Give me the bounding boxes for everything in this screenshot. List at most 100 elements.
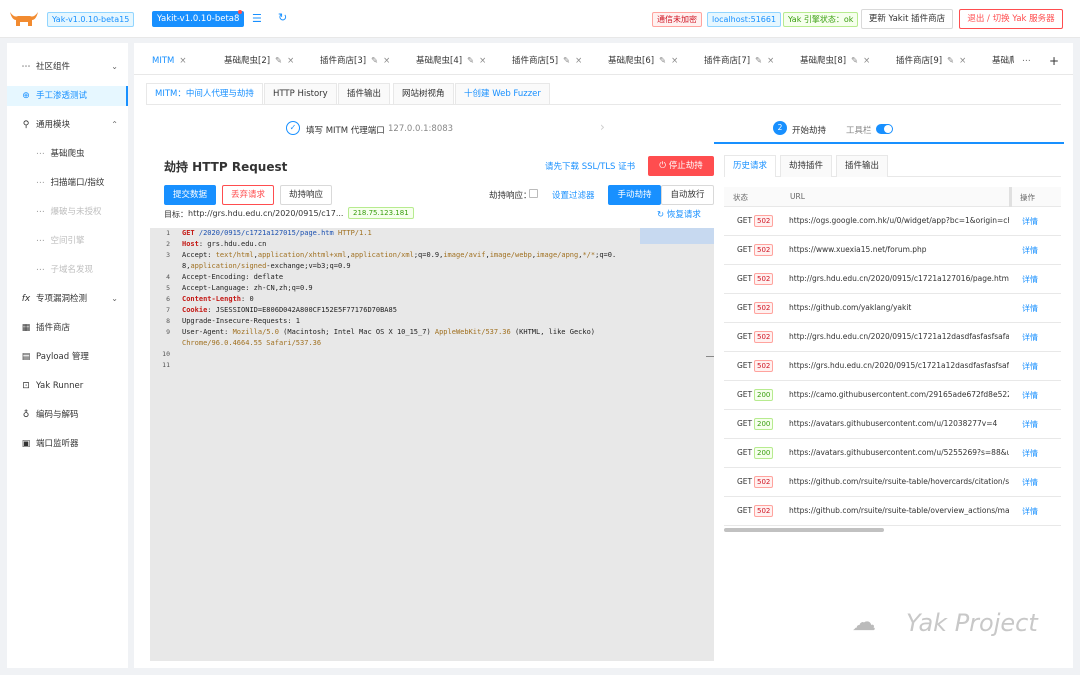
tab-store-5[interactable]: 插件商店[5] ✎ ×: [512, 51, 582, 71]
details-link[interactable]: 详情: [1022, 274, 1038, 285]
menu-icon[interactable]: ☰: [252, 12, 262, 25]
tab-plugin-output[interactable]: 插件输出: [836, 155, 889, 177]
horizontal-scrollbar[interactable]: [724, 528, 884, 532]
toolbar-label: 工具栏: [846, 126, 872, 136]
subtab-create-fuzzer[interactable]: 十创建 Web Fuzzer: [455, 83, 550, 105]
sidebar-item-codec[interactable]: ♁ 编码与解码: [7, 405, 128, 425]
details-link[interactable]: 详情: [1022, 361, 1038, 372]
exit-switch-server-button[interactable]: 退出 / 切换 Yak 服务器: [959, 9, 1063, 29]
manual-hijack-button[interactable]: 手动劫持: [608, 185, 661, 205]
close-icon[interactable]: ×: [767, 56, 774, 66]
details-link[interactable]: 详情: [1022, 448, 1038, 459]
close-icon[interactable]: ×: [287, 56, 294, 66]
sidebar-item-yak-runner[interactable]: ⊡ Yak Runner: [7, 376, 128, 396]
subtab-mitm[interactable]: MITM：中间人代理与劫持: [146, 83, 263, 105]
edit-icon[interactable]: ✎: [659, 56, 666, 66]
details-link[interactable]: 详情: [1022, 332, 1038, 343]
subtab-http-history[interactable]: HTTP History: [264, 83, 337, 105]
table-row[interactable]: GET 502 http://grs.hdu.edu.cn/2020/0915/c1…: [724, 265, 1061, 294]
close-icon[interactable]: ×: [383, 56, 390, 66]
tab-history-requests[interactable]: 历史请求: [724, 155, 777, 177]
hijack-response-checkbox[interactable]: [529, 189, 538, 198]
table-row[interactable]: GET 502 https://www.xuexia15.net/forum.php…: [724, 236, 1061, 265]
tab-hijack-plugins[interactable]: 劫持插件: [780, 155, 833, 177]
drop-request-button[interactable]: 丢弃请求: [222, 185, 274, 205]
stop-hijack-button[interactable]: ⏻ 停止劫持: [648, 156, 714, 176]
sidebar-sub-subdomain: ⋯ 子域名发现: [36, 265, 94, 275]
edit-icon[interactable]: ✎: [371, 56, 378, 66]
target-url: http://grs.hdu.edu.cn/2020/0915/c17...: [188, 209, 344, 218]
tab-store-3[interactable]: 插件商店[3] ✎ ×: [320, 51, 390, 71]
sidebar-item-manual-pentest[interactable]: ⊕ 手工渗透测试: [7, 86, 128, 106]
tab-store-7[interactable]: 插件商店[7] ✎ ×: [704, 51, 774, 71]
details-link[interactable]: 详情: [1022, 216, 1038, 227]
sidebar-item-port-listener[interactable]: ▣ 端口监听器: [7, 434, 128, 454]
download-cert-link[interactable]: 请先下载 SSL/TLS 证书: [545, 160, 635, 172]
details-link[interactable]: 详情: [1022, 419, 1038, 430]
close-icon[interactable]: ×: [575, 56, 582, 66]
tab-mitm[interactable]: MITM ×: [152, 51, 187, 71]
edit-icon[interactable]: ✎: [467, 56, 474, 66]
sidebar-item-vuln-detect[interactable]: fx 专项漏洞检测 ⌄: [7, 289, 128, 309]
update-dot: [238, 10, 242, 14]
table-row[interactable]: GET 502 https://ogs.google.com.hk/u/0/widg…: [724, 207, 1061, 236]
host-tag: localhost:51661: [707, 12, 782, 27]
sidebar-item-general-modules[interactable]: ⚲ 通用模块 ⌃: [7, 115, 128, 135]
table-row[interactable]: GET 200 https://avatars.githubusercontent.…: [724, 410, 1061, 439]
close-icon[interactable]: ×: [863, 56, 870, 66]
toolbar-toggle[interactable]: [876, 124, 893, 134]
step1-label: 填写 MITM 代理端口: [306, 126, 385, 136]
edit-icon[interactable]: ✎: [755, 56, 762, 66]
page-title: 劫持 HTTP Request: [164, 160, 288, 174]
submit-data-button[interactable]: 提交数据: [164, 185, 216, 205]
details-link[interactable]: 详情: [1022, 390, 1038, 401]
tab-crawler-10[interactable]: 基础爬: [992, 51, 1014, 71]
table-row[interactable]: GET 502 https://github.com/yaklang/yakit 详情: [724, 294, 1061, 323]
table-row[interactable]: GET 502 https://github.com/rsuite/rsuite-t…: [724, 468, 1061, 497]
top-bar: Yak-v1.0.10-beta15 Yakit-v1.0.10-beta8 ☰…: [0, 0, 1080, 38]
update-plugin-store-button[interactable]: 更新 Yakit 插件商店: [861, 9, 953, 29]
details-link[interactable]: 详情: [1022, 506, 1038, 517]
tab-store-9[interactable]: 插件商店[9] ✎ ×: [896, 51, 966, 71]
power-icon: ⏻: [659, 161, 669, 171]
subtab-site-tree[interactable]: 网站树视角: [393, 83, 454, 105]
table-row[interactable]: GET 502 https://github.com/rsuite/rsuite-t…: [724, 497, 1061, 526]
community-icon: ⋯: [21, 62, 31, 72]
subtab-plugin-output[interactable]: 插件输出: [338, 83, 391, 105]
auto-release-button[interactable]: 自动放行: [661, 185, 714, 205]
table-row[interactable]: GET 200 https://camo.githubusercontent.com…: [724, 381, 1061, 410]
hijack-response-label: 劫持响应：: [489, 191, 532, 201]
close-icon[interactable]: ×: [179, 56, 186, 66]
file-icon: ▤: [21, 352, 31, 362]
edit-icon[interactable]: ✎: [947, 56, 954, 66]
restore-request-link[interactable]: ↻ 恢复请求: [657, 208, 701, 220]
sidebar-sub-crawler[interactable]: ⋯ 基础爬虫: [36, 144, 85, 164]
refresh-icon[interactable]: ↻: [278, 11, 287, 24]
tab-crawler-2[interactable]: 基础爬虫[2] ✎ ×: [224, 51, 294, 71]
more-tabs-icon[interactable]: ⋯: [1022, 51, 1031, 71]
sidebar-item-community[interactable]: ⋯ 社区组件 ⌄: [7, 57, 128, 77]
close-icon[interactable]: ×: [959, 56, 966, 66]
table-row[interactable]: GET 200 https://avatars.githubusercontent.…: [724, 439, 1061, 468]
add-tab-icon[interactable]: +: [1049, 51, 1059, 71]
close-icon[interactable]: ×: [671, 56, 678, 66]
tab-crawler-4[interactable]: 基础爬虫[4] ✎ ×: [416, 51, 486, 71]
sidebar-item-plugin-store[interactable]: ▦ 插件商店: [7, 318, 128, 338]
hijack-response-button[interactable]: 劫持响应: [280, 185, 332, 205]
close-icon[interactable]: ×: [479, 56, 486, 66]
details-link[interactable]: 详情: [1022, 477, 1038, 488]
table-row[interactable]: GET 502 https://grs.hdu.edu.cn/2020/0915/c…: [724, 352, 1061, 381]
details-link[interactable]: 详情: [1022, 303, 1038, 314]
sidebar-sub-port-scan[interactable]: ⋯ 扫描端口/指纹: [36, 173, 104, 193]
request-editor[interactable]: 1 2 3 4 5 6 7 8 9 10 11 GET /2020/0915/c…: [150, 228, 714, 661]
sidebar-item-payload[interactable]: ▤ Payload 管理: [7, 347, 128, 367]
terminal-icon: ▣: [21, 439, 31, 449]
edit-icon[interactable]: ✎: [563, 56, 570, 66]
edit-icon[interactable]: ✎: [851, 56, 858, 66]
table-row[interactable]: GET 502 http://grs.hdu.edu.cn/2020/0915/c1…: [724, 323, 1061, 352]
tab-crawler-6[interactable]: 基础爬虫[6] ✎ ×: [608, 51, 678, 71]
details-link[interactable]: 详情: [1022, 245, 1038, 256]
edit-icon[interactable]: ✎: [275, 56, 282, 66]
filter-settings-link[interactable]: 设置过滤器: [552, 189, 595, 201]
tab-crawler-8[interactable]: 基础爬虫[8] ✎ ×: [800, 51, 870, 71]
